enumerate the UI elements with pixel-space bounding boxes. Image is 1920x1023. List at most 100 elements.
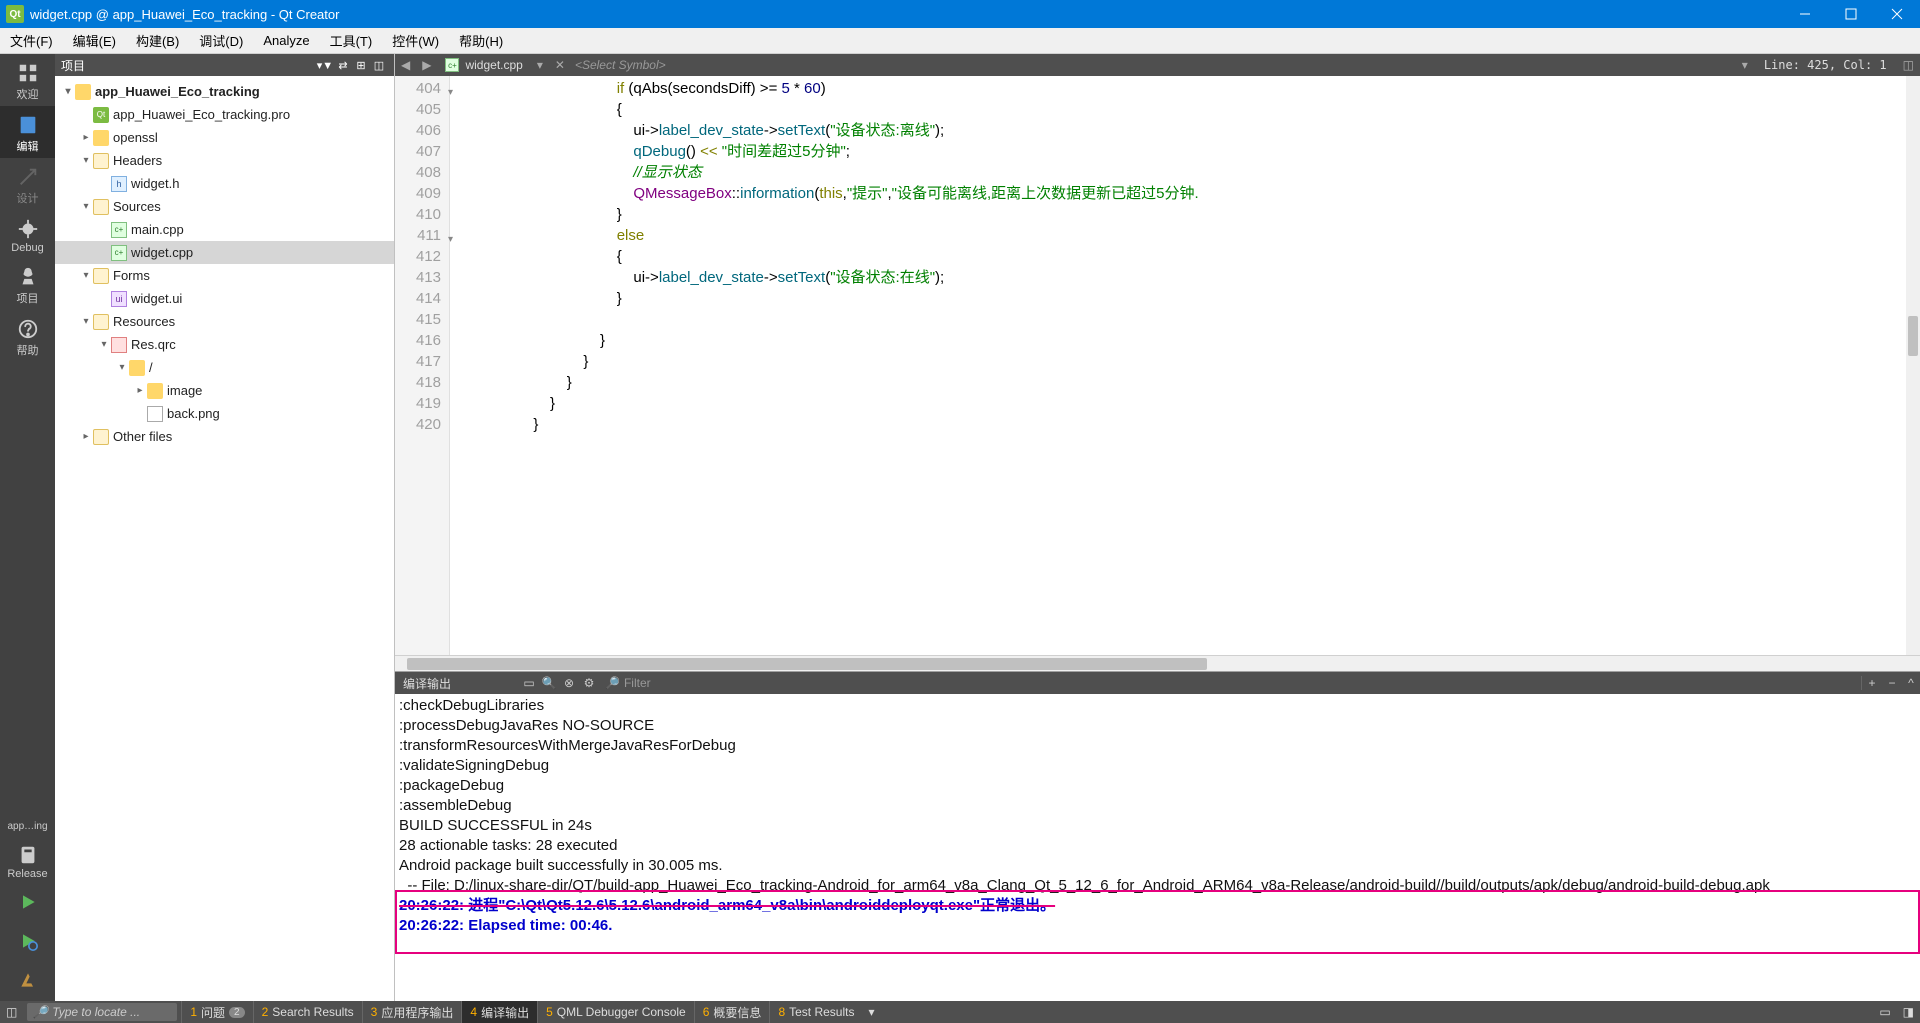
tree-row[interactable]: ▸image xyxy=(55,379,394,402)
chevron-icon[interactable]: ▾ xyxy=(115,362,129,373)
chevron-icon[interactable]: ▾ xyxy=(79,201,93,212)
progress-toggle-icon[interactable]: ▭ xyxy=(1873,1001,1896,1023)
build-config[interactable]: Release xyxy=(0,836,55,884)
split-icon[interactable]: ◫ xyxy=(370,59,388,72)
folder-icon xyxy=(75,84,91,100)
menu-bar: 文件(F)编辑(E)构建(B)调试(D)Analyze工具(T)控件(W)帮助(… xyxy=(0,28,1920,54)
tab-dropdown-icon[interactable]: ▾ xyxy=(531,58,549,72)
tree-row[interactable]: hwidget.h xyxy=(55,172,394,195)
run-button[interactable] xyxy=(16,884,40,923)
nav-back-icon[interactable]: ◀ xyxy=(395,58,416,72)
menu-item[interactable]: 帮助(H) xyxy=(449,28,513,53)
symbol-dropdown-icon[interactable]: ▾ xyxy=(1736,58,1754,72)
menu-item[interactable]: Analyze xyxy=(253,28,319,53)
split-editor-icon[interactable]: ◫ xyxy=(1897,58,1920,72)
line-col-indicator[interactable]: Line: 425, Col: 1 xyxy=(1754,58,1897,72)
chevron-icon[interactable]: ▾ xyxy=(97,339,111,350)
menu-item[interactable]: 构建(B) xyxy=(126,28,189,53)
tree-row[interactable]: ▾Headers xyxy=(55,149,394,172)
menu-item[interactable]: 文件(F) xyxy=(0,28,63,53)
mode-edit[interactable]: 编辑 xyxy=(0,106,55,158)
status-tab[interactable]: 3 应用程序输出 xyxy=(362,1001,462,1023)
status-tab[interactable]: 8 Test Results xyxy=(769,1001,862,1023)
tree-row[interactable]: uiwidget.ui xyxy=(55,287,394,310)
tree-row[interactable]: ▾Resources xyxy=(55,310,394,333)
output-zoomout-icon[interactable]: − xyxy=(1882,676,1902,690)
cpp-icon: c+ xyxy=(111,222,127,238)
tree-row[interactable]: ▾Forms xyxy=(55,264,394,287)
output-body[interactable]: :checkDebugLibraries:processDebugJavaRes… xyxy=(395,694,1920,1001)
menu-item[interactable]: 工具(T) xyxy=(320,28,383,53)
img-icon xyxy=(147,406,163,422)
mode-debug[interactable]: Debug xyxy=(0,210,55,258)
tree-label: Res.qrc xyxy=(131,337,176,352)
nav-fwd-icon[interactable]: ▶ xyxy=(416,58,437,72)
editor-vscroll[interactable] xyxy=(1906,76,1920,655)
folder-c-icon xyxy=(93,153,109,169)
menu-item[interactable]: 编辑(E) xyxy=(63,28,126,53)
mode-projects[interactable]: 项目 xyxy=(0,258,55,310)
status-more-icon[interactable]: ▾ xyxy=(862,1001,880,1023)
tree-row[interactable]: c+widget.cpp xyxy=(55,241,394,264)
project-tree[interactable]: ▾app_Huawei_Eco_trackingQtapp_Huawei_Eco… xyxy=(55,76,394,1001)
minimize-button[interactable] xyxy=(1782,0,1828,28)
chevron-icon[interactable]: ▸ xyxy=(133,385,147,396)
menu-item[interactable]: 调试(D) xyxy=(189,28,253,53)
add-icon[interactable]: ⊞ xyxy=(352,59,370,72)
mode-help[interactable]: 帮助 xyxy=(0,310,55,362)
output-up-icon[interactable]: ^ xyxy=(1902,676,1920,690)
tree-row[interactable]: ▾/ xyxy=(55,356,394,379)
qrc-icon xyxy=(111,337,127,353)
chevron-icon[interactable]: ▸ xyxy=(79,431,93,442)
status-tab[interactable]: 5 QML Debugger Console xyxy=(537,1001,694,1023)
chevron-icon[interactable]: ▸ xyxy=(79,132,93,143)
build-button[interactable] xyxy=(16,962,40,1001)
status-tab[interactable]: 1 问题2 xyxy=(181,1001,252,1023)
project-panel-title: 项目 xyxy=(61,57,316,74)
close-button[interactable] xyxy=(1874,0,1920,28)
output-filter[interactable]: 🔎 Filter xyxy=(599,676,1861,690)
tree-row[interactable]: ▸Other files xyxy=(55,425,394,448)
output-zoom-icon[interactable]: 🔍 xyxy=(539,676,559,690)
chevron-icon[interactable]: ▾ xyxy=(61,86,75,97)
output-settings-icon[interactable]: ⚙ xyxy=(579,676,599,690)
output-zoomin-icon[interactable]: + xyxy=(1862,676,1882,690)
editor-tab-bar: ◀ ▶ c+ widget.cpp ▾ ✕ <Select Symbol> ▾ … xyxy=(395,54,1920,76)
chevron-icon[interactable]: ▾ xyxy=(79,316,93,327)
tree-row[interactable]: Qtapp_Huawei_Eco_tracking.pro xyxy=(55,103,394,126)
mode-welcome[interactable]: 欢迎 xyxy=(0,54,55,106)
chevron-icon[interactable]: ▾ xyxy=(79,155,93,166)
locator-input[interactable]: 🔎 Type to locate ... xyxy=(27,1003,177,1021)
status-tab[interactable]: 6 概要信息 xyxy=(694,1001,770,1023)
tab-close-icon[interactable]: ✕ xyxy=(555,58,565,72)
tree-row[interactable]: ▸ openssl xyxy=(55,126,394,149)
output-line: 20:26:22: Elapsed time: 00:46. xyxy=(399,916,1916,936)
tree-row[interactable]: back.png xyxy=(55,402,394,425)
output-collapse-icon[interactable]: ▭ xyxy=(519,676,539,690)
tree-row[interactable]: ▾app_Huawei_Eco_tracking xyxy=(55,80,394,103)
menu-item[interactable]: 控件(W) xyxy=(382,28,449,53)
maximize-button[interactable] xyxy=(1828,0,1874,28)
line-gutter[interactable]: 404▾405406407408409410411▾41241341441541… xyxy=(395,76,450,655)
editor-tab[interactable]: c+ widget.cpp xyxy=(437,54,530,76)
tree-label: openssl xyxy=(113,130,158,145)
tree-row[interactable]: c+main.cpp xyxy=(55,218,394,241)
code-editor[interactable]: 404▾405406407408409410411▾41241341441541… xyxy=(395,76,1920,655)
output-clear-icon[interactable]: ⊗ xyxy=(559,676,579,690)
status-tab[interactable]: 4 编译输出 xyxy=(461,1001,537,1023)
status-tab[interactable]: 2 Search Results xyxy=(253,1001,362,1023)
symbol-selector[interactable]: <Select Symbol> xyxy=(565,58,1736,72)
debug-run-button[interactable] xyxy=(16,923,40,962)
tree-label: back.png xyxy=(167,406,220,421)
chevron-icon[interactable]: ▾ xyxy=(79,270,93,281)
filter-icon[interactable]: ▾▼ xyxy=(316,59,334,72)
sidebar-toggle-icon[interactable]: ◫ xyxy=(0,1001,23,1023)
right-sidebar-icon[interactable]: ◨ xyxy=(1897,1001,1920,1023)
code-body[interactable]: if (qAbs(secondsDiff) >= 5 * 60) { ui->l… xyxy=(450,76,1920,655)
tree-row[interactable]: ▾Sources xyxy=(55,195,394,218)
editor-hscroll[interactable] xyxy=(395,655,1920,671)
kit-selector[interactable]: app…ing xyxy=(5,817,49,836)
tree-row[interactable]: ▾ Res.qrc xyxy=(55,333,394,356)
link-icon[interactable]: ⇄ xyxy=(334,59,352,72)
mode-design[interactable]: 设计 xyxy=(0,158,55,210)
